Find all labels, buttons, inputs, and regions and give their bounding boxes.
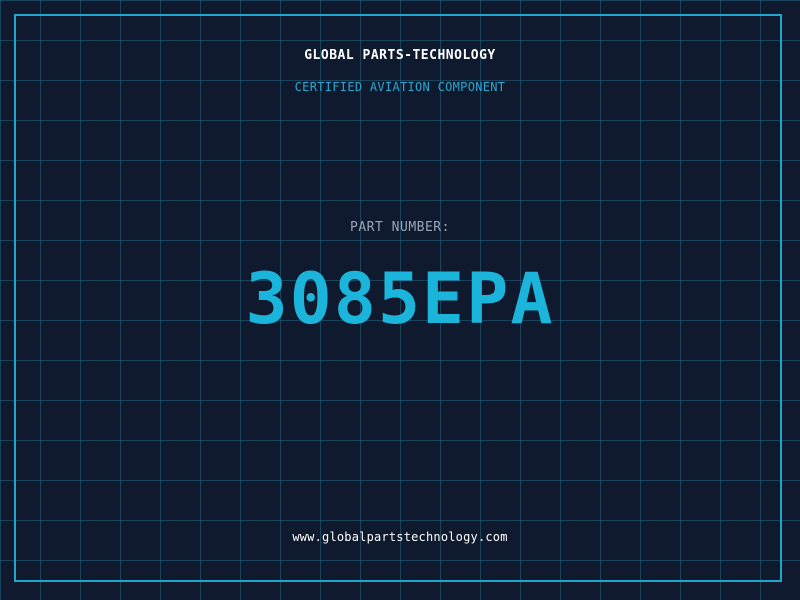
website-url: www.globalpartstechnology.com bbox=[292, 530, 508, 544]
page: { "header": { "brand": "GLOBAL PARTS-TEC… bbox=[0, 0, 800, 600]
brand-title: GLOBAL PARTS-TECHNOLOGY bbox=[304, 48, 496, 63]
part-number-value: 3085EPA bbox=[245, 258, 555, 340]
tagline: CERTIFIED AVIATION COMPONENT bbox=[294, 80, 506, 94]
part-number-label: PART NUMBER: bbox=[350, 220, 450, 235]
